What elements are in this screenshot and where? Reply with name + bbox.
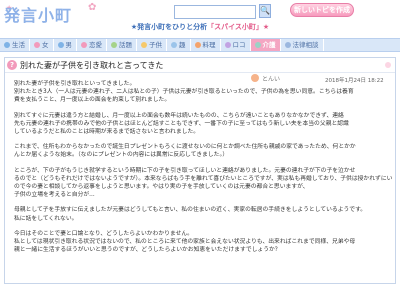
post-line: 別れたとき3人（一人は元妻の連れ子、二人は私との子）子供は元妻が引き取るといった… [14,89,354,96]
post-line: 今日はそのことで妻と口論となり、どうしたらよいかわかりません。 [14,230,193,237]
nav-item[interactable]: 話題 [107,39,137,51]
post-paragraph: 別れた妻が子供を引き取れといってきました。別れたとき3人（一人は元妻の連れ子、二… [14,80,392,105]
category-icon [111,42,117,48]
category-icon [254,42,261,48]
post-paragraph: 別れてすぐに元妻は違う方と結婚し、月一度以上の面会も数年は続いたものの、こちらが… [14,112,392,137]
nav-item-label: 趣 [179,41,186,49]
nav-item[interactable]: 法律相談 [281,39,324,51]
post-line: 費を支払うこと、月一度以上の面会を約束して別れました。 [14,97,171,104]
nav-item-label: 法律相談 [292,41,319,49]
category-icon [171,42,177,48]
post-line: んとか届くような始末。（なのにプレゼントの内容には異常に反応してきました。） [14,152,229,159]
post-container: ? 別れた妻が子供を引き取れと言ってきた とんい 2018年1月24日 18:2… [4,57,396,284]
category-icon [34,42,40,48]
category-icon [194,42,201,48]
nav-item[interactable]: 介護 [250,39,281,51]
site-logo[interactable]: 発言小町 [4,2,72,25]
nav-item[interactable]: 生活 [0,39,30,51]
post-title-row: ? 別れた妻が子供を引き取れと言ってきた [5,58,395,73]
nav-item-label: 女 [42,41,49,49]
nav-item-label: 介護 [262,41,276,49]
post-line: ところが、下の子がもうじき就学するという時期に下の子を引き取ってほしいと連絡があ… [14,167,356,174]
post-title: 別れた妻が子供を引き取れと言ってきた [20,61,164,70]
post-line: 親と一緒に生活するほうがいいと思うのですが、どうしたらよいかお知恵をいただけます… [14,247,281,254]
nav-item-label: 子供 [149,41,162,49]
post-line: しているようだと私のことは時期が来るまで話さないと言われました。 [14,129,200,136]
post-line: 子供の立場を考えると自分が... [14,192,95,199]
nav-item[interactable]: 女 [30,39,54,51]
category-nav: 生活 女 男 恋愛 話題 子供 趣 料理 ロコ 介護 法律相談 [0,38,400,52]
post-paragraph: ところが、下の子がもうじき就学するという時期に下の子を引き取ってほしいと連絡があ… [14,167,392,200]
category-icon [4,42,10,48]
category-icon [81,42,87,48]
post-paragraph: 母親として子を手放すに伝えましたが元妻はどうしてもと言い、私の住まいの近く、実家… [14,206,392,222]
search-input[interactable] [174,5,256,19]
post-body: 別れた妻が子供を引き取れといってきました。別れたとき3人（一人は元妻の連れ子、二… [14,80,392,261]
post-line: るのでと（どうもそれだけではないようですが）。本来ならばもう手を離れて喜びたいと… [14,175,392,182]
question-icon: ? [7,60,17,70]
category-icon [57,42,64,48]
post-line: 別れてすぐに元妻は違う方と結婚し、月一度以上の面会も数年は続いたものの、こちらが… [14,112,344,119]
nav-item-label: 男 [65,41,73,49]
post-line: ので今の妻と相談してから返事をしようと思います。やはり実の子を手放していくのは元… [14,184,309,191]
nav-item[interactable]: 子供 [137,39,167,51]
post-line: 母親として子を手放すに伝えましたが元妻はどうしてもと言い、私の住まいの近く、実家… [14,207,367,214]
new-topic-button[interactable]: 新しいトピを作成 [290,3,354,17]
nav-item[interactable]: ロコ [221,39,251,51]
nav-item-label: 話題 [119,41,132,49]
post-line: これまで、住所もわからなかったので誕生日プレゼントもろくに渡せないのに何とか調べ… [14,144,356,151]
post-line: 先も元妻の連れ子の携帯のみで他の子供とはほとんど話すこともできず、一番下の子に至… [14,120,349,127]
category-icon [224,42,231,48]
nav-item[interactable]: 料理 [191,39,221,51]
category-icon [284,42,291,48]
tagline-highlight[interactable]: 「スパイス小町」★ [207,23,269,31]
tagline[interactable]: ★発言小町をひりと分析「スパイス小町」★ [0,22,400,32]
nav-item[interactable]: 恋愛 [77,39,107,51]
post-line: 別れた妻が子供を引き取れといってきました。 [14,81,136,87]
nav-item-label: 料理 [202,41,216,49]
nav-item-label: 恋愛 [89,41,102,49]
site-header: ★ 発言小町 ✿ 🔍 新しいトピを作成 ★発言小町をひりと分析「スパイス小町」★ [0,0,400,38]
post-paragraph: 今日はそのことで妻と口論となり、どうしたらよいかわかりません。私としては現状引き… [14,230,392,255]
nav-item-label: ロコ [232,41,246,49]
category-icon [141,42,147,48]
nav-item[interactable]: 男 [54,39,77,51]
tagline-prefix: ★発言小町をひりと分析 [130,23,208,31]
nav-item[interactable]: 趣 [167,39,191,51]
flower-icon: ✿ [88,2,97,13]
post-line: 私に話をしてくれない。 [14,215,78,222]
post-line: 私としては現状引き取れる状況ではないので、私のところに来て他の家族と会えない状況… [14,239,356,246]
nav-item-label: 生活 [12,41,25,49]
search-button[interactable]: 🔍 [259,4,271,18]
post-paragraph: これまで、住所もわからなかったので誕生日プレゼントもろくに渡せないのに何とか調べ… [14,143,392,159]
decoration-icon [385,62,391,68]
